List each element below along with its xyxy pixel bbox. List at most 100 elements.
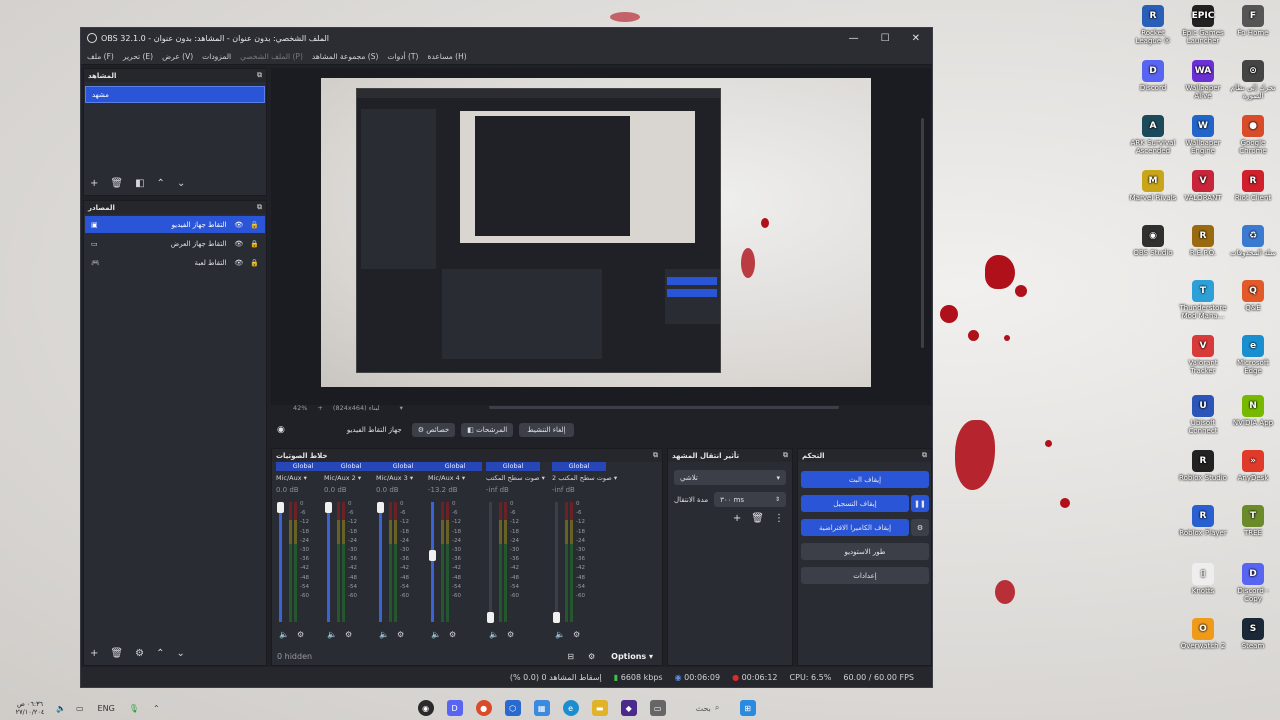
desktop-icon[interactable]: V VALORANT [1178,170,1228,202]
source-item[interactable]: 🎮 التقاط لعبة 👁 🔒 [85,254,265,271]
stop-virtual-camera-button[interactable]: إيقاف الكاميرا الافتراضية [801,519,909,536]
dock-popout-icon[interactable]: ⧉ [257,203,262,212]
lock-icon[interactable]: 🔒 [250,221,259,229]
desktop-icon[interactable]: T Thunderstore Mod Mana... [1178,280,1228,320]
fader-handle[interactable] [553,612,560,623]
volume-fader[interactable] [327,502,330,622]
scene-filters-icon[interactable]: ◧ [135,178,144,189]
move-up-icon[interactable]: ⌃ [156,648,164,659]
desktop-icon[interactable]: ▯ Knotts [1178,563,1228,595]
dock-popout-icon[interactable]: ⧉ [653,451,658,460]
channel-mode[interactable]: Global [428,462,482,471]
channel-name[interactable]: Mic/Aux 3 ▾ [376,474,430,482]
channel-name[interactable]: Mic/Aux 4 ▾ [428,474,482,482]
virtual-camera-settings-icon[interactable]: ⚙ [911,519,929,536]
scene-item[interactable]: مشهد [85,86,265,103]
duration-field[interactable]: ٣٠٠ ms ⇕ [714,492,786,507]
channel-settings-icon[interactable]: ⚙ [507,630,514,639]
remove-transition-icon[interactable]: 🗑 [751,513,764,524]
desktop-icon[interactable]: W Wallpaper Engine [1178,115,1228,155]
volume-fader[interactable] [431,502,434,622]
desktop-icon[interactable]: A ARK Survival Ascended [1128,115,1178,155]
volume-fader[interactable] [555,502,558,622]
desktop-icon[interactable]: R Riot Client [1228,170,1278,202]
visibility-icon[interactable]: 👁 [234,240,243,248]
channel-mode[interactable]: Global [486,462,540,471]
chevron-down-icon[interactable]: ▾ [400,404,403,412]
preview-vscrollbar[interactable] [921,118,924,348]
channel-name[interactable]: صوت سطح المكتب 2 ▾ [552,474,617,482]
clock[interactable]: ٠٦:٣٦ ص ٢٧/١٠/٢٠٤ [10,700,50,716]
menu-edit[interactable]: تحرير (E) [123,52,153,61]
discord-taskbar-icon[interactable]: D [446,700,463,716]
lock-icon[interactable]: 🔒 [250,259,259,267]
add-transition-icon[interactable]: + [733,513,741,524]
title-bar[interactable]: OBS 32.1.0 - الملف الشخصي: بدون عنوان - … [81,28,932,48]
channel-settings-icon[interactable]: ⚙ [397,630,404,639]
volume-fader[interactable] [279,502,282,622]
desktop-icon[interactable]: N NVIDIA App [1228,395,1278,427]
pause-icon[interactable]: ❚❚ [911,495,929,512]
mixer-layout-icon[interactable]: ⊟ [567,652,574,661]
speaker-icon[interactable]: 🔈 [379,630,389,639]
desktop-icon[interactable]: T TREE [1228,505,1278,537]
folder-taskbar-icon[interactable]: ▬ [591,700,608,716]
menu-file[interactable]: ملف (F) [87,52,114,61]
fader-handle[interactable] [487,612,494,623]
start-icon[interactable]: ⊞ [739,700,756,716]
language-indicator[interactable]: ENG [98,704,115,713]
visibility-icon[interactable]: 👁 [234,259,243,267]
mixer-settings-icon[interactable]: ⚙ [588,652,595,661]
desktop-icon[interactable]: R Roblox Player [1178,505,1228,537]
studio-mode-button[interactable]: طور الاستوديو [801,543,929,560]
channel-mode[interactable]: Global [552,462,606,471]
store-taskbar-icon[interactable]: ⬡ [504,700,521,716]
move-down-icon[interactable]: ⌄ [177,178,185,189]
obs-taskbar-icon[interactable]: ◉ [417,700,434,716]
chrome-taskbar-icon[interactable]: ● [475,700,492,716]
source-item[interactable]: ▭ التقاط جهاز العرض 👁 🔒 [85,235,265,252]
channel-mode[interactable]: Global [376,462,430,471]
fader-handle[interactable] [377,502,384,513]
desktop-icon[interactable]: V Valorant Tracker [1178,335,1228,375]
preview-scrollbar[interactable] [489,406,839,409]
stop-record-button[interactable]: إيقاف التسجيل [801,495,909,512]
tray-chevron-icon[interactable]: ⌃ [153,704,160,713]
menu-scene-collection[interactable]: مجموعة المشاهد (S) [312,52,379,61]
desktop-icon[interactable]: R Roblox Studio [1178,450,1228,482]
channel-settings-icon[interactable]: ⚙ [345,630,352,639]
deactivate-button[interactable]: إلغاء التنشيط [519,423,574,437]
fader-handle[interactable] [277,502,284,513]
channel-name[interactable]: صوت سطح المكتب ▾ [486,474,545,482]
speaker-icon[interactable]: 🔈 [489,630,499,639]
channel-settings-icon[interactable]: ⚙ [573,630,580,639]
desktop-icon[interactable]: ⊙ تحرك إلى نظام الصورة [1228,60,1278,100]
volume-fader[interactable] [489,502,492,622]
channel-name[interactable]: Mic/Aux 2 ▾ [324,474,378,482]
desktop-icon[interactable]: F Fo Home [1228,5,1278,37]
close-icon[interactable]: ✕ [912,33,920,44]
remove-source-icon[interactable]: 🗑 [110,648,123,659]
mixer-options-button[interactable]: Options ▾ [611,652,653,661]
screenshot-icon[interactable]: ◉ [277,425,285,435]
speaker-icon[interactable]: 🔈 [56,704,66,713]
desktop-icon[interactable]: O Overwatch 2 [1178,618,1228,650]
menu-view[interactable]: عرض (V) [162,52,193,61]
transition-select[interactable]: تلاشي ▾ [674,470,786,485]
channel-name[interactable]: Mic/Aux ▾ [276,474,330,482]
speaker-icon[interactable]: 🔈 [279,630,289,639]
app-taskbar-icon[interactable]: ◆ [620,700,637,716]
microphone-icon[interactable]: 🎙 [129,704,139,713]
add-scene-icon[interactable]: + [90,178,98,189]
menu-tools[interactable]: أدوات (T) [387,52,418,61]
filters-button[interactable]: ◧ المرشحات [461,423,514,437]
menu-docks[interactable]: المزودات [202,52,231,61]
fader-handle[interactable] [429,550,436,562]
preview-area[interactable] [271,68,931,409]
desktop-icon[interactable]: M Marvel Rivals [1128,170,1178,202]
volume-fader[interactable] [379,502,382,622]
source-settings-icon[interactable]: ⚙ [135,648,144,659]
channel-mode[interactable]: Global [324,462,378,471]
move-up-icon[interactable]: ⌃ [157,178,165,189]
desktop-icon[interactable]: e Microsoft Edge [1228,335,1278,375]
